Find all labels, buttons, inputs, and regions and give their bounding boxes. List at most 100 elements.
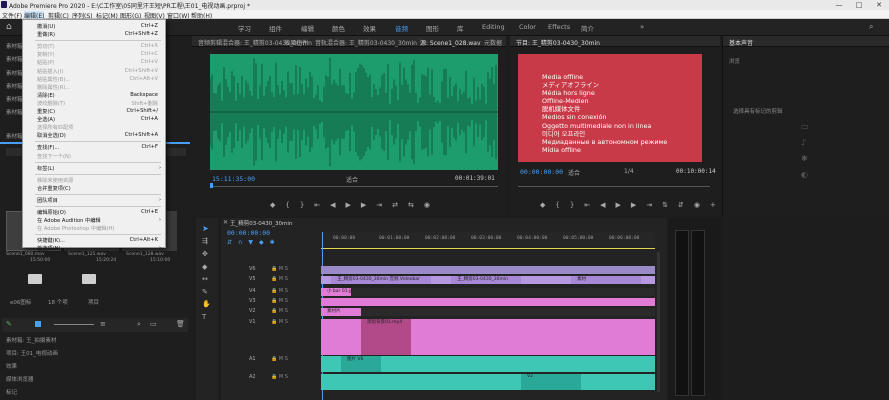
timeline-clip[interactable]: 素材 (571, 276, 641, 284)
track-header[interactable]: V6 (249, 266, 256, 272)
maximize-button[interactable]: □ (849, 0, 869, 10)
timeline-clip[interactable]: 素材片 (321, 308, 361, 316)
panel-tab[interactable]: 素材箱: 王_拍摄素材 (6, 336, 56, 344)
timeline-clip[interactable]: 王_精剪03-0430_30min 音频 Videobar (331, 276, 431, 284)
folder-icon[interactable] (28, 274, 42, 284)
tab-track-mixer[interactable]: 音轨混合器: 王_精剪03-0430_30min (315, 38, 417, 47)
panel-tab[interactable]: 项目: 王01_电视动画 (6, 349, 58, 357)
track-header[interactable]: V1 (249, 319, 256, 325)
close-button[interactable]: ✕ (869, 0, 889, 10)
edit-menu-item[interactable]: 重做(R) Ctrl+Shift+Z (23, 30, 165, 39)
track-controls-icon[interactable]: 🔒 M S (271, 288, 288, 294)
razor-tool-icon[interactable]: ◆ (202, 263, 207, 271)
edit-menu-item[interactable]: 取消全选(D) Ctrl+Shift+A (23, 131, 165, 140)
search-icon[interactable]: ⌕ (869, 22, 873, 32)
timeline-scrollbar[interactable] (657, 252, 660, 392)
edit-menu-item[interactable]: 在 Adobe Photoshop 中编辑(H) (23, 224, 165, 233)
selection-tool-icon[interactable]: ➤ (202, 224, 209, 233)
edit-menu-item[interactable]: 查找下一个(N) (23, 152, 165, 161)
hand-tool-icon[interactable]: ✋ (202, 300, 211, 308)
track-lane[interactable] (321, 266, 655, 274)
pencil-icon[interactable]: ✎ (6, 320, 12, 328)
program-transport-controls[interactable]: ◆{}⇤◀▶▶⇥⇅⇵◉+ (540, 201, 726, 209)
program-fit-dropdown[interactable]: 适合 (568, 168, 580, 177)
workspace-assembly[interactable]: 组件 (269, 23, 282, 33)
program-resolution-dropdown[interactable]: 1/4 (624, 168, 634, 175)
timeline-tab[interactable]: 王_精剪03-0430_30min (230, 219, 292, 227)
folder-icon[interactable] (82, 274, 96, 284)
track-lane[interactable] (321, 308, 655, 316)
workspace-libraries[interactable]: 库 (457, 23, 464, 33)
slip-tool-icon[interactable]: ↔ (202, 275, 208, 283)
track-header[interactable]: A1 (249, 356, 256, 362)
timeline-toolbar[interactable]: ⇵∩▼◆✱ (227, 239, 281, 246)
ripple-edit-tool-icon[interactable]: ✥ (202, 250, 208, 258)
program-title[interactable]: 节目: 王_精剪03-0430_30min (516, 38, 600, 47)
track-lane[interactable] (321, 374, 655, 390)
program-scrubber[interactable] (518, 186, 710, 187)
track-controls-icon[interactable]: 🔒 M S (271, 266, 288, 272)
workspace-editing-en[interactable]: Editing (482, 23, 505, 31)
source-playhead[interactable] (210, 183, 213, 188)
edit-menu-item[interactable]: 标签(L) › (23, 164, 165, 173)
tab-effect-controls[interactable]: 效果控件 (284, 38, 308, 47)
track-controls-icon[interactable]: 🔒 M S (271, 374, 288, 380)
audio-waveform[interactable] (210, 54, 498, 170)
track-controls-icon[interactable]: 🔒 M S (271, 276, 288, 282)
workspace-audio[interactable]: 音频 (395, 23, 408, 33)
workspace-effects[interactable]: 效果 (363, 23, 376, 33)
timeline-close-icon[interactable]: ✕ (223, 219, 228, 226)
track-lane[interactable] (321, 298, 655, 306)
source-timecode[interactable]: 15:11:35:00 (212, 175, 255, 183)
workspace-graphics[interactable]: 图形 (426, 23, 439, 33)
panel-tab[interactable]: 媒体浏览器 (6, 375, 34, 383)
timeline-clip[interactable]: V2 (521, 374, 581, 390)
essential-sound-title[interactable]: 基本声音 (729, 38, 753, 47)
program-timecode[interactable]: 00:00:00:00 (520, 168, 563, 176)
track-controls-icon[interactable]: 🔒 M S (271, 308, 288, 314)
trash-icon[interactable]: 🗑 (176, 320, 185, 328)
timeline-clip[interactable]: 图片 V6 (341, 356, 381, 372)
track-header[interactable]: V2 (249, 308, 256, 314)
time-ruler[interactable]: 00:00:00 00:01:00:00 00:02:00:00 00:03:00:0… (321, 232, 655, 246)
timeline-clip[interactable]: 黑暗背景01.mp4 (361, 319, 411, 355)
pen-tool-icon[interactable]: ✎ (202, 288, 208, 296)
timeline-timecode[interactable]: 00:00:00:00 (227, 229, 270, 237)
track-header[interactable]: A2 (249, 374, 256, 380)
workspace-editing[interactable]: 编辑 (301, 23, 314, 33)
source-fit-dropdown[interactable]: 适合 (346, 175, 358, 184)
track-controls-icon[interactable]: 🔒 M S (271, 356, 288, 362)
new-bin-icon[interactable]: ▭ (150, 320, 157, 328)
track-controls-icon[interactable]: 🔒 M S (271, 298, 288, 304)
workspace-learn[interactable]: 学习 (238, 23, 251, 33)
browse-tab[interactable]: 浏览 (729, 57, 740, 65)
timeline-clip[interactable]: 王_精剪03-0430_30min (451, 276, 521, 284)
list-view-icon[interactable] (35, 321, 41, 327)
type-tool-icon[interactable]: T (202, 313, 206, 321)
source-scrubber[interactable] (210, 186, 498, 187)
workspace-color-en[interactable]: Color (519, 23, 536, 31)
track-header[interactable]: V5 (249, 276, 256, 282)
home-icon[interactable]: ⌂ (6, 22, 12, 32)
edit-menu-item[interactable]: 团队项目 › (23, 196, 165, 205)
tab-metadata[interactable]: 元数据 (484, 38, 502, 47)
track-header[interactable]: V3 (249, 298, 256, 304)
track-select-tool-icon[interactable]: ⇶ (202, 237, 208, 245)
workspace-color[interactable]: 颜色 (332, 23, 345, 33)
panel-tab[interactable]: 标记 (6, 388, 17, 396)
edit-menu-item[interactable]: 首选项(N) › (23, 244, 165, 253)
workspace-intro[interactable]: 简介 (581, 23, 594, 33)
tab-source[interactable]: 源: Scene1_028.wav (420, 38, 481, 47)
find-icon[interactable]: ⌕ (137, 320, 141, 329)
track-header[interactable]: V4 (249, 288, 256, 294)
timeline-clip[interactable]: 小 bar 01.jpg (321, 288, 351, 296)
panel-tab[interactable]: 效果 (6, 362, 17, 370)
workspace-effects-en[interactable]: Effects (548, 23, 570, 31)
track-controls-icon[interactable]: 🔒 M S (271, 319, 288, 325)
edit-menu-item[interactable]: 合并重复项(C) (23, 184, 165, 193)
workspace-overflow-icon[interactable]: » (640, 23, 644, 31)
sort-icon[interactable]: ≡ (100, 320, 106, 328)
source-transport-controls[interactable]: ◆{}⇤◀▶▶⇥⇄⇆◉ (270, 201, 440, 209)
minimize-button[interactable]: — (829, 0, 849, 10)
track-lane[interactable] (321, 288, 655, 296)
